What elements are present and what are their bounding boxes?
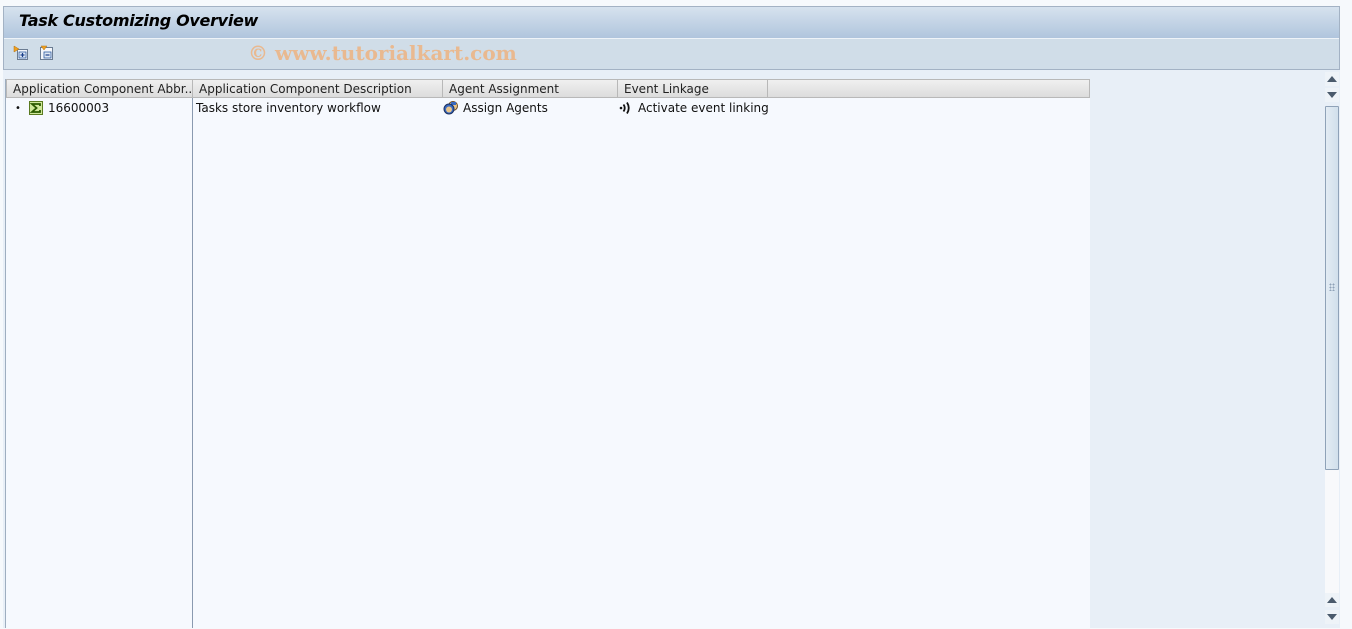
scroll-down-button-bottom[interactable] xyxy=(1325,610,1339,624)
assign-agents-link[interactable]: Assign Agents xyxy=(463,99,548,118)
scroll-track[interactable] xyxy=(1325,106,1339,597)
scroll-up-button[interactable] xyxy=(1325,72,1339,86)
column-header-abbr[interactable]: Application Component Abbr... xyxy=(6,79,193,98)
grip-icon xyxy=(1329,283,1335,291)
activate-event-linking-link[interactable]: Activate event linking xyxy=(638,99,769,118)
tree-row[interactable]: • 16600003 Tasks store inventory workflo… xyxy=(6,99,1090,118)
watermark: © www.tutorialkart.com xyxy=(248,41,517,65)
page-title: Task Customizing Overview xyxy=(19,11,259,30)
event-link-icon xyxy=(618,100,634,122)
application-toolbar: © www.tutorialkart.com xyxy=(4,39,1339,69)
vertical-scrollbar[interactable] xyxy=(1324,71,1340,627)
arrow-down-icon xyxy=(1327,614,1337,620)
task-tree: Application Component Abbr... Applicatio… xyxy=(5,79,1090,628)
title-bar: Task Customizing Overview xyxy=(4,7,1339,39)
column-header-event-linkage[interactable]: Event Linkage xyxy=(618,79,768,98)
scroll-down-button[interactable] xyxy=(1325,88,1339,102)
column-header-description[interactable]: Application Component Description xyxy=(193,79,443,98)
expand-subtree-button[interactable] xyxy=(13,45,29,61)
column-divider xyxy=(192,98,193,628)
component-abbr[interactable]: 16600003 xyxy=(48,99,109,118)
component-description: Tasks store inventory workflow xyxy=(196,101,381,115)
arrow-up-icon xyxy=(1327,76,1337,82)
agents-icon xyxy=(443,100,459,122)
sigma-icon xyxy=(29,101,43,121)
collapse-subtree-button[interactable] xyxy=(38,45,54,61)
column-header-empty xyxy=(768,79,1090,98)
tree-node-bullet: • xyxy=(15,103,21,114)
collapse-node-icon xyxy=(40,45,53,60)
scroll-thumb[interactable] xyxy=(1325,106,1339,470)
screen-header: Task Customizing Overview © www.tutorial… xyxy=(3,6,1340,70)
expand-node-icon xyxy=(13,45,28,60)
arrow-down-icon xyxy=(1327,92,1337,98)
column-header-agent-assignment[interactable]: Agent Assignment xyxy=(443,79,618,98)
arrow-up-icon xyxy=(1327,597,1337,603)
scroll-up-button-bottom[interactable] xyxy=(1325,593,1339,607)
